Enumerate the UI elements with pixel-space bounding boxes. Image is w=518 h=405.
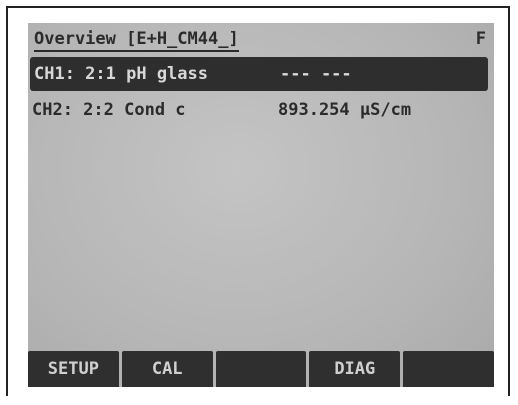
softkey-cal[interactable]: CAL	[121, 351, 213, 387]
page-title: Overview [E+H_CM44_]	[34, 29, 239, 52]
softkey-diag[interactable]: DIAG	[309, 351, 401, 387]
softkey-setup[interactable]: SETUP	[28, 351, 119, 387]
channel-label: CH1: 2:1 pH glass	[34, 64, 208, 84]
channel-value: --- ---	[280, 64, 352, 84]
channel-label: CH2: 2:2 Cond c	[32, 100, 186, 120]
channel-row-ch2[interactable]: CH2: 2:2 Cond c 893.254 µS/cm	[28, 93, 486, 127]
channel-value: 893.254 µS/cm	[278, 100, 412, 120]
status-indicator: F	[475, 29, 486, 49]
channel-row-ch1[interactable]: CH1: 2:1 pH glass --- ---	[30, 57, 488, 91]
softkey-blank-1[interactable]	[215, 351, 307, 387]
softkey-bar: SETUP CAL DIAG	[28, 351, 494, 387]
title-bar: Overview [E+H_CM44_] F	[28, 23, 494, 55]
softkey-blank-2[interactable]	[403, 351, 494, 387]
lcd-screen: Overview [E+H_CM44_] F CH1: 2:1 pH glass…	[28, 23, 494, 387]
